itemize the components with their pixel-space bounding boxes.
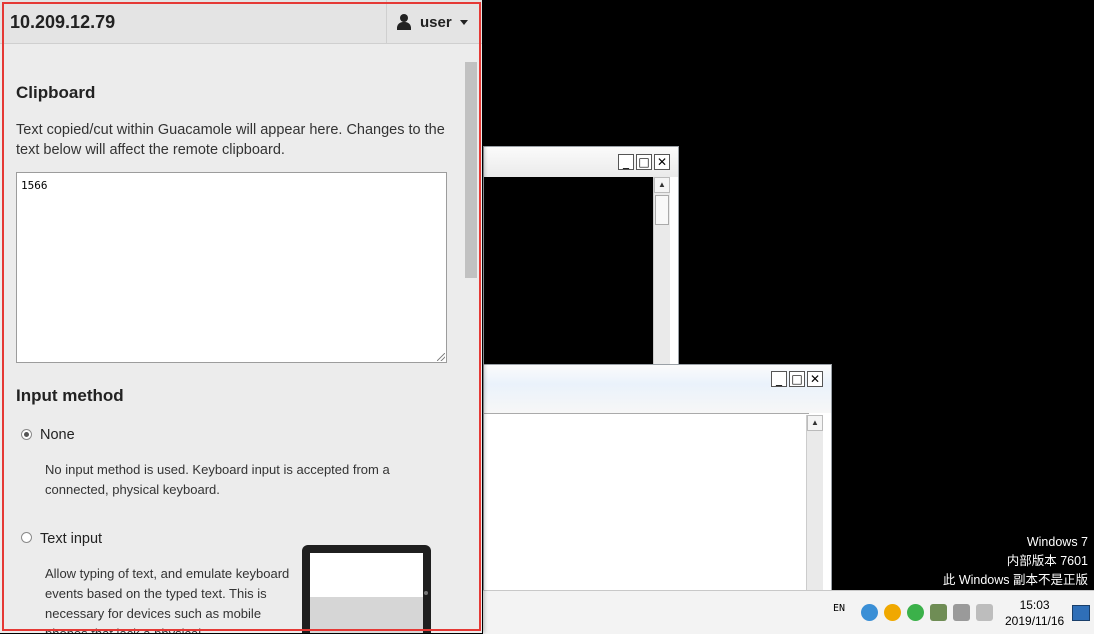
watermark-line: 内部版本 7601 bbox=[1006, 554, 1088, 568]
windows-version-watermark: Windows 7 内部版本 7601 此 Windows 副本不是正版 bbox=[943, 533, 1088, 590]
maximize-button[interactable]: □ bbox=[636, 154, 652, 170]
menu-scrollbar-thumb[interactable] bbox=[465, 62, 477, 278]
menu-header: 10.209.12.79 user bbox=[0, 0, 482, 44]
watermark-line: Windows 7 bbox=[1026, 535, 1088, 549]
network-icon[interactable] bbox=[953, 604, 970, 621]
input-method-heading: Input method bbox=[16, 386, 124, 405]
volume-icon[interactable] bbox=[976, 604, 993, 621]
language-indicator[interactable]: EN bbox=[833, 603, 845, 614]
radio-none[interactable] bbox=[21, 429, 32, 440]
radio-none-label[interactable]: None bbox=[40, 427, 75, 443]
close-button[interactable]: ✕ bbox=[807, 371, 823, 387]
usb-device-icon[interactable] bbox=[930, 604, 947, 621]
smile-app-icon[interactable] bbox=[884, 604, 901, 621]
radio-none-description: No input method is used. Keyboard input … bbox=[45, 462, 390, 497]
remote-window-1[interactable]: _ □ ✕ ▲ bbox=[483, 146, 679, 366]
show-desktop-icon[interactable] bbox=[1072, 605, 1090, 621]
resize-grip-icon[interactable] bbox=[437, 353, 445, 361]
close-button[interactable]: ✕ bbox=[654, 154, 670, 170]
watermark-line: 此 Windows 副本不是正版 bbox=[942, 573, 1088, 587]
minimize-button[interactable]: _ bbox=[771, 371, 787, 387]
update-arrow-icon[interactable] bbox=[907, 604, 924, 621]
window-client-area bbox=[484, 177, 656, 365]
tablet-keyboard-icon bbox=[302, 545, 431, 633]
connection-host: 10.209.12.79 bbox=[10, 12, 116, 32]
system-tray bbox=[861, 604, 993, 621]
guacamole-menu-panel: 10.209.12.79 user Clipboard Text copied/… bbox=[0, 0, 482, 633]
remote-window-2[interactable]: _ □ ✕ ▲ bbox=[483, 364, 832, 592]
minimize-button[interactable]: _ bbox=[618, 154, 634, 170]
user-name: user bbox=[420, 14, 452, 31]
scroll-thumb[interactable] bbox=[655, 195, 669, 225]
user-icon bbox=[396, 14, 412, 30]
clipboard-heading: Clipboard bbox=[16, 83, 96, 102]
taskbar: EN 15:03 2019/11/16 bbox=[483, 590, 1094, 634]
clipboard-textarea[interactable]: 1566 bbox=[16, 172, 447, 363]
radio-text-input-label[interactable]: Text input bbox=[40, 531, 102, 547]
caret-down-icon bbox=[460, 20, 468, 25]
radio-text-input[interactable] bbox=[21, 532, 32, 543]
window-client-area[interactable] bbox=[484, 413, 809, 591]
taskbar-clock[interactable]: 15:03 2019/11/16 bbox=[1005, 597, 1064, 629]
user-menu-button[interactable]: user bbox=[386, 0, 482, 44]
network-eye-icon[interactable] bbox=[861, 604, 878, 621]
clipboard-text: 1566 bbox=[21, 179, 48, 192]
scroll-up-arrow-icon[interactable]: ▲ bbox=[807, 415, 823, 431]
window-titlebar[interactable]: _ □ ✕ bbox=[484, 147, 678, 177]
scroll-up-arrow-icon[interactable]: ▲ bbox=[654, 177, 670, 193]
vertical-scrollbar[interactable]: ▲ bbox=[806, 415, 823, 591]
vertical-scrollbar[interactable]: ▲ bbox=[653, 177, 670, 365]
clock-time: 15:03 bbox=[1019, 598, 1050, 612]
menu-content: Clipboard Text copied/cut within Guacamo… bbox=[0, 44, 482, 633]
window-titlebar[interactable]: _ □ ✕ bbox=[484, 365, 831, 413]
clipboard-description: Text copied/cut within Guacamole will ap… bbox=[16, 122, 445, 158]
clock-date: 2019/11/16 bbox=[1005, 614, 1065, 628]
radio-text-input-description: Allow typing of text, and emulate keyboa… bbox=[45, 566, 290, 633]
maximize-button[interactable]: □ bbox=[789, 371, 805, 387]
